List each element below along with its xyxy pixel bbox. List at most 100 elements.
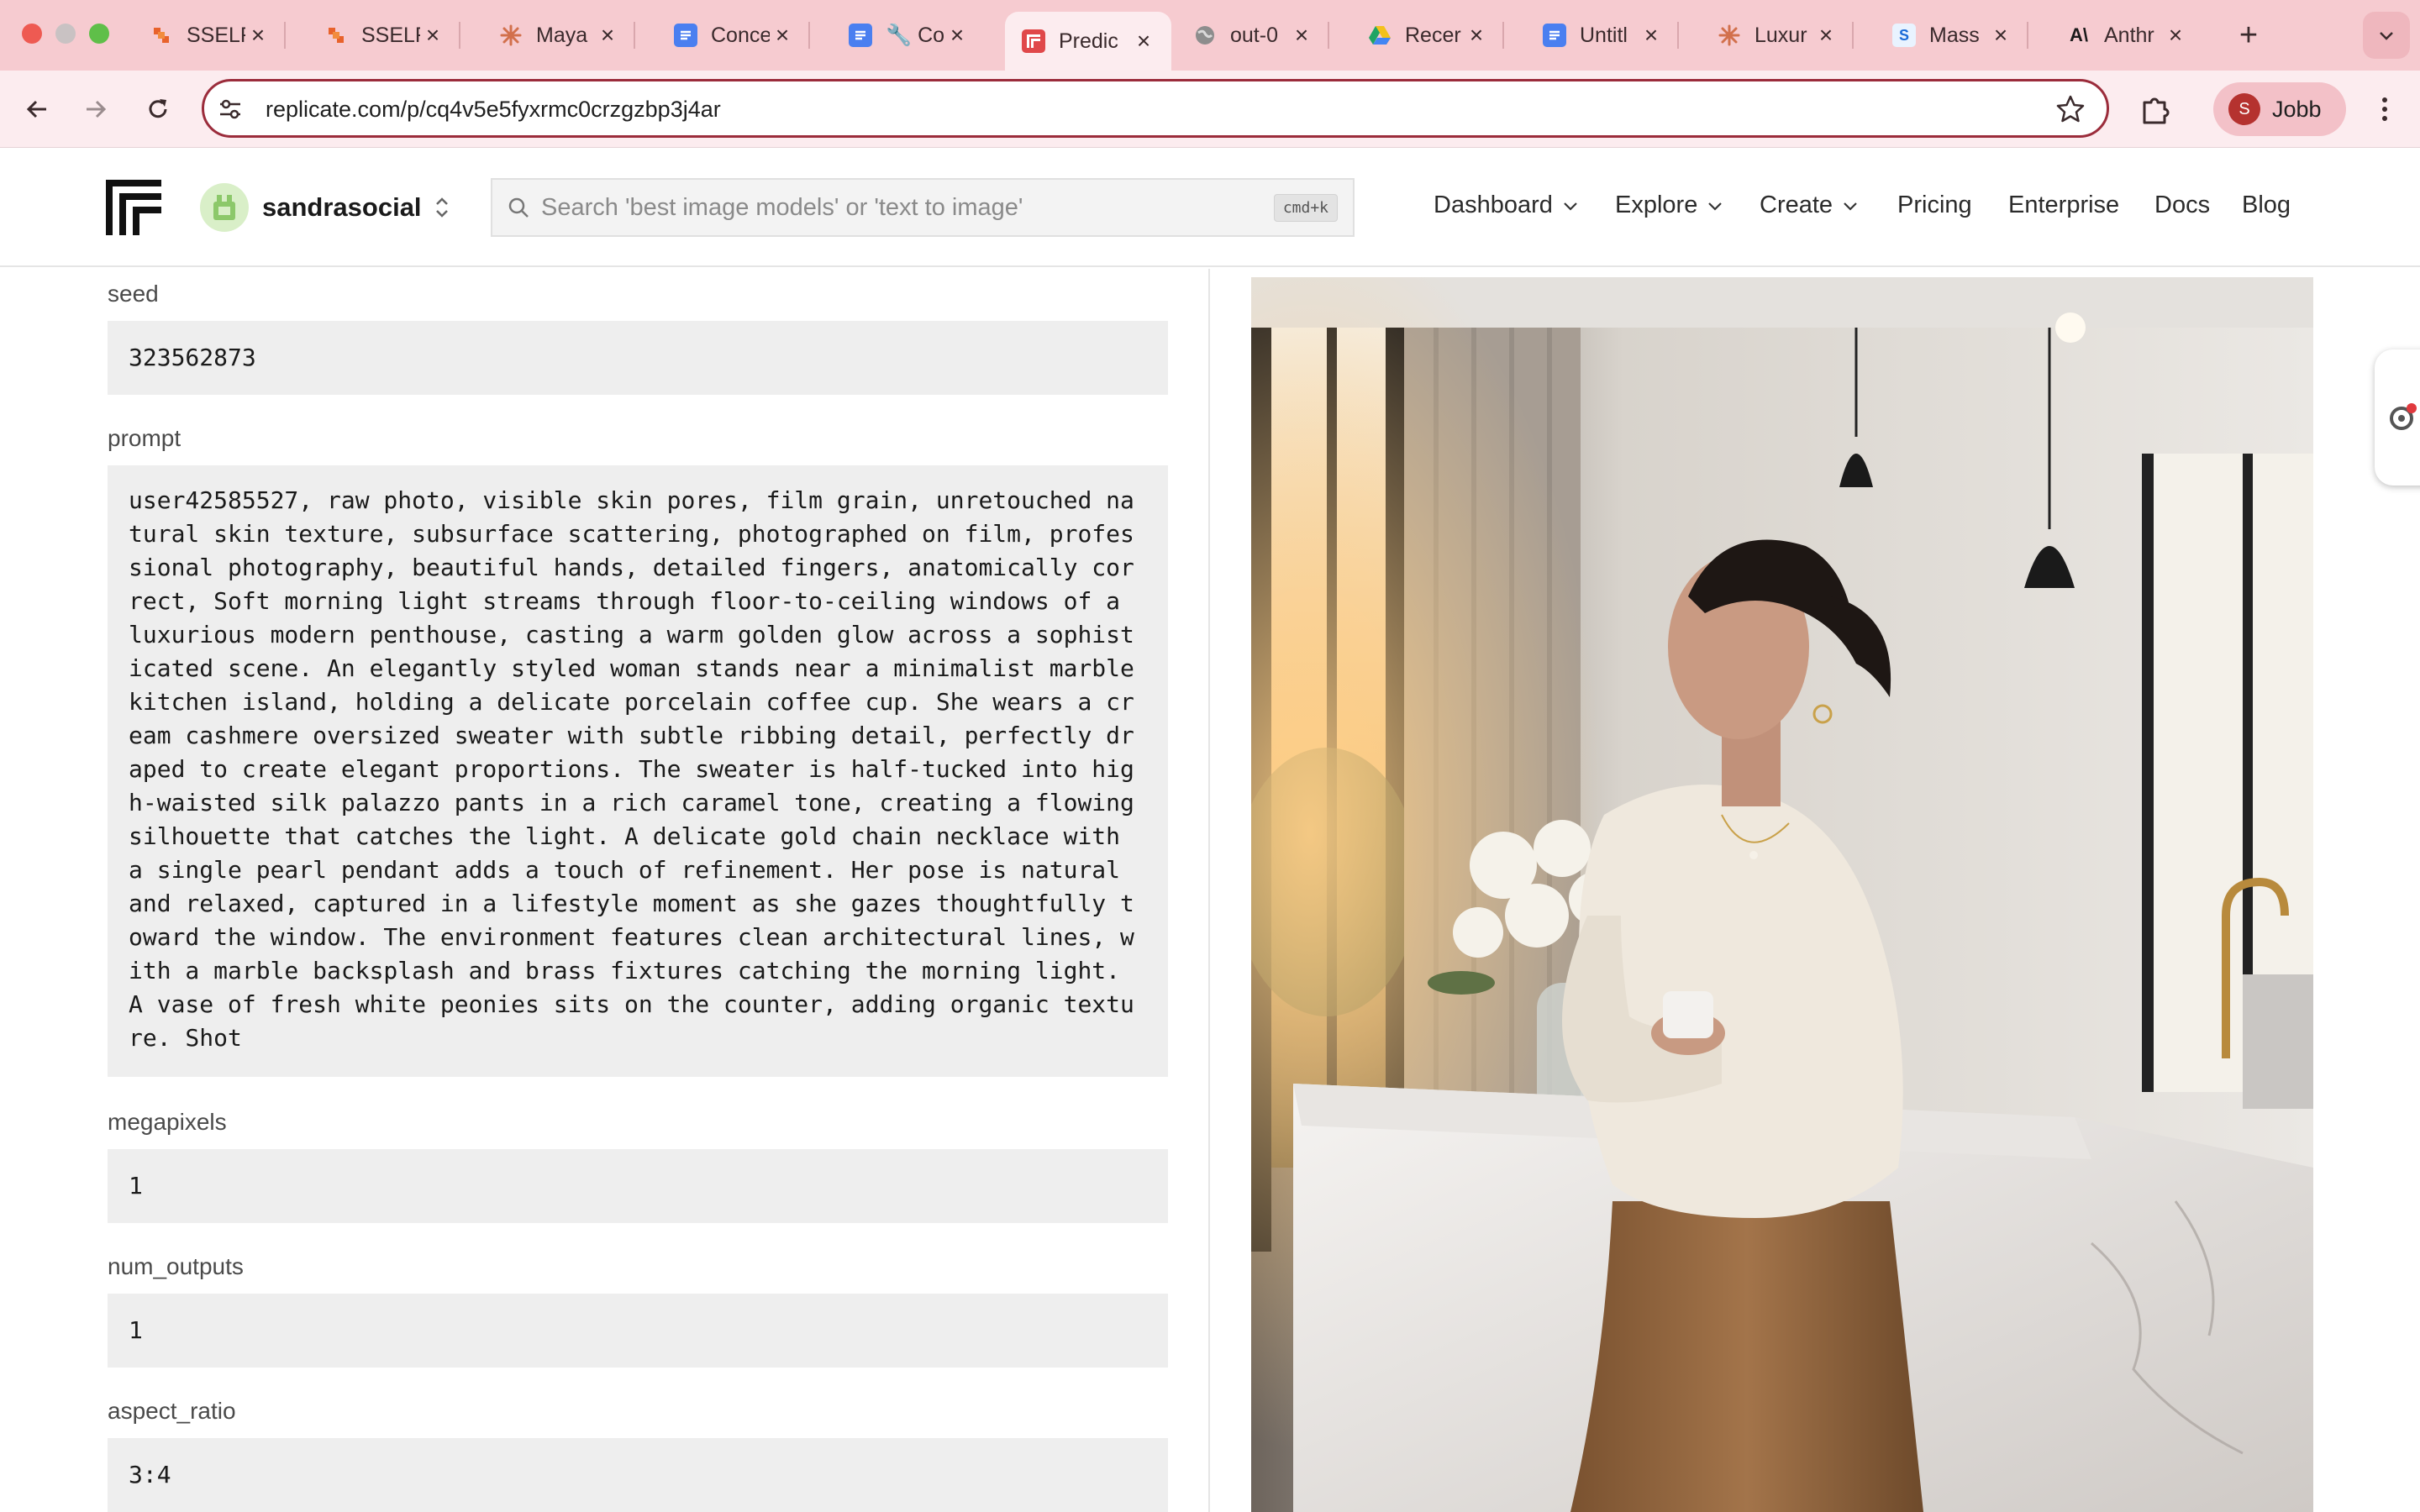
aspect-ratio-value[interactable]: 3:4	[108, 1438, 1168, 1512]
google-drive-icon	[1368, 24, 1392, 47]
field-label-prompt: prompt	[108, 425, 182, 451]
extensions-icon[interactable]	[2134, 89, 2175, 129]
nav-label: Blog	[2242, 192, 2291, 218]
site-header: sandrasocial Search 'best image models' …	[0, 148, 2420, 267]
browser-tab[interactable]: Luxur ×	[1701, 12, 1854, 59]
profile-button[interactable]: S Jobb	[2213, 82, 2346, 136]
arrow-right-icon	[87, 100, 107, 118]
avatar: S	[2228, 93, 2260, 125]
close-tab-icon[interactable]: ×	[2163, 22, 2188, 49]
browser-toolbar: replicate.com/p/cq4v5e5fyxrmc0crzgzbp3j4…	[0, 71, 2420, 148]
close-tab-icon[interactable]: ×	[1639, 22, 1664, 49]
tab-search-button[interactable]	[2363, 12, 2410, 59]
close-tab-icon[interactable]: ×	[1813, 22, 1839, 49]
close-tab-icon[interactable]: ×	[1988, 22, 2013, 49]
tab-title: Conce	[711, 23, 770, 47]
nav-pricing[interactable]: Pricing	[1897, 192, 1972, 219]
browser-menu-button[interactable]	[2365, 89, 2405, 129]
close-tab-icon[interactable]: ×	[770, 22, 795, 49]
browser-tab[interactable]: SSELF ×	[308, 12, 460, 59]
chevron-down-icon	[1708, 202, 1723, 211]
browser-tab[interactable]: SSELF ×	[133, 12, 286, 59]
prediction-inputs-panel: seed 323562873 prompt user42585527, raw …	[0, 269, 1208, 1512]
output-image[interactable]	[1251, 277, 2313, 1512]
address-bar[interactable]: replicate.com/p/cq4v5e5fyxrmc0crzgzbp3j4…	[202, 79, 2109, 138]
browser-tab[interactable]: out-0 ×	[1176, 12, 1329, 59]
chevron-up-down-icon	[434, 195, 450, 220]
forward-button[interactable]	[76, 89, 116, 129]
nav-label: Enterprise	[2008, 192, 2120, 218]
tab-title-text: Co	[918, 23, 944, 47]
close-tab-icon[interactable]: ×	[944, 22, 970, 49]
search-shortcut-badge: cmd+k	[1273, 193, 1338, 222]
chevron-down-icon	[1844, 202, 1857, 211]
replicate-icon	[1022, 29, 1045, 53]
close-tab-icon[interactable]: ×	[1131, 28, 1156, 55]
extension-bubble-icon	[2390, 403, 2417, 430]
floating-extension-widget[interactable]	[2375, 349, 2420, 486]
nav-enterprise[interactable]: Enterprise	[2008, 192, 2119, 219]
field-label-megapixels: megapixels	[108, 1109, 227, 1135]
tab-title: Predic	[1059, 29, 1118, 53]
megapixels-value[interactable]: 1	[108, 1149, 1168, 1223]
claude-icon	[499, 24, 523, 47]
profile-name: Jobb	[2272, 96, 2322, 122]
seed-value[interactable]: 323562873	[108, 321, 1168, 395]
site-settings-icon[interactable]	[218, 97, 243, 122]
reload-icon	[149, 99, 167, 118]
url-text[interactable]: replicate.com/p/cq4v5e5fyxrmc0crzgzbp3j4…	[266, 97, 721, 123]
back-button[interactable]	[17, 89, 57, 129]
nav-label: Create	[1760, 192, 1833, 218]
tab-title: Luxur	[1754, 23, 1807, 47]
chevron-down-icon	[2380, 32, 2393, 40]
browser-tab-active[interactable]: Predic ×	[1005, 12, 1171, 71]
nav-explore[interactable]: Explore	[1615, 192, 1724, 219]
nav-docs[interactable]: Docs	[2154, 192, 2210, 219]
claude-icon	[1718, 24, 1741, 47]
account-avatar-icon	[200, 183, 249, 232]
nav-blog[interactable]: Blog	[2242, 192, 2291, 219]
google-docs-icon	[849, 24, 872, 47]
prompt-value[interactable]: user42585527, raw photo, visible skin po…	[108, 465, 1168, 1077]
nav-dashboard[interactable]: Dashboard	[1434, 192, 1580, 219]
account-switcher[interactable]: sandrasocial	[200, 183, 450, 232]
maximize-window-button[interactable]	[89, 24, 109, 44]
browser-tab[interactable]: Conce ×	[657, 12, 810, 59]
browser-tab[interactable]: A\ Anthr ×	[2050, 12, 2203, 59]
nav-label: Explore	[1615, 192, 1698, 218]
tab-title: out-0	[1230, 23, 1278, 47]
search-icon	[508, 197, 529, 218]
tab-title: Untitl	[1580, 23, 1628, 47]
site-search-input[interactable]: Search 'best image models' or 'text to i…	[491, 178, 1355, 237]
browser-tab[interactable]: Maya ×	[482, 12, 635, 59]
nav-create[interactable]: Create	[1760, 192, 1860, 219]
prediction-output-panel	[1210, 269, 2420, 1512]
tab-title: Anthr	[2104, 23, 2154, 47]
num-outputs-value[interactable]: 1	[108, 1294, 1168, 1368]
browser-tab[interactable]: S Mass ×	[1876, 12, 2028, 59]
search-placeholder: Search 'best image models' or 'text to i…	[541, 193, 1023, 221]
browser-tab[interactable]: Recer ×	[1351, 12, 1504, 59]
tab-title: SSELF	[187, 23, 245, 47]
browser-tab[interactable]: Untitl ×	[1526, 12, 1679, 59]
close-tab-icon[interactable]: ×	[1289, 22, 1314, 49]
replicate-orange-icon	[150, 24, 173, 47]
reload-button[interactable]	[138, 89, 178, 129]
minimize-window-button[interactable]	[55, 24, 76, 44]
close-tab-icon[interactable]: ×	[420, 22, 445, 49]
tab-title: SSELF	[361, 23, 420, 47]
s-icon: S	[1892, 24, 1916, 47]
bookmark-star-icon[interactable]	[2054, 93, 2086, 125]
browser-tab[interactable]: 🔧 Co ×	[832, 12, 985, 59]
close-tab-icon[interactable]: ×	[245, 22, 271, 49]
new-tab-button[interactable]: +	[2228, 15, 2269, 55]
close-tab-icon[interactable]: ×	[595, 22, 620, 49]
close-tab-icon[interactable]: ×	[1464, 22, 1489, 49]
nav-label: Dashboard	[1434, 192, 1553, 218]
google-docs-icon	[674, 24, 697, 47]
replicate-logo-icon[interactable]	[106, 180, 161, 235]
output-photo-illustration	[1251, 277, 2313, 1512]
tab-title: Maya	[536, 23, 588, 47]
close-window-button[interactable]	[22, 24, 42, 44]
anthropic-icon: A\	[2070, 24, 2088, 45]
